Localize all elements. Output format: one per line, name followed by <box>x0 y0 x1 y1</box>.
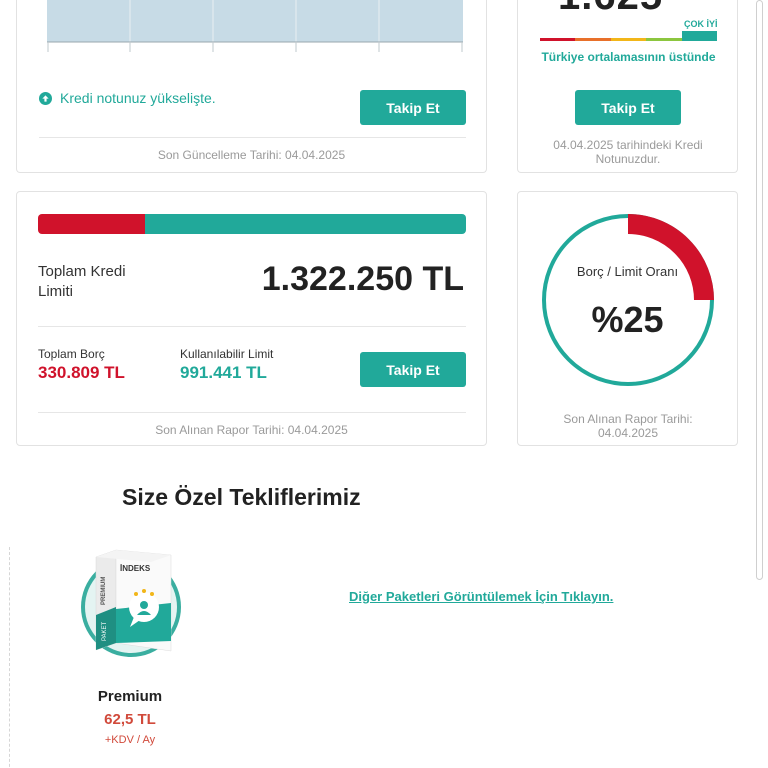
credit-score-value: 1.625 <box>558 0 663 19</box>
total-limit-value: 1.322.250 TL <box>261 260 464 298</box>
ratio-value: %25 <box>591 299 664 340</box>
score-comparison-text: Türkiye ortalamasının üstünde <box>541 50 716 64</box>
follow-limit-button[interactable]: Takip Et <box>360 352 466 387</box>
offers-section-title: Size Özel Tekliflerimiz <box>122 484 361 510</box>
premium-package-image[interactable]: PREMIUM PAKET İNDEKS <box>78 547 184 661</box>
total-debt-label: Toplam Borç <box>38 347 105 361</box>
ratio-report-date-text: Son Alınan Rapor Tarihi: 04.04.2025 <box>563 412 693 440</box>
debt-limit-ratio-card: Borç / Limit Oranı %25 Son Alınan Rapor … <box>517 191 738 446</box>
credit-score-chart-card: Kredi notunuz yükselişte. Takip Et Son G… <box>16 0 487 173</box>
ratio-debt-arc <box>627 214 714 301</box>
available-limit-label: Kullanılabilir Limit <box>180 347 274 361</box>
score-trend: Kredi notunuz yükselişte. <box>39 90 216 106</box>
arrow-up-circle-icon <box>39 91 52 105</box>
package-front-text: PAKET <box>102 621 108 641</box>
total-limit-label: Toplam Kredi Limiti <box>38 263 126 300</box>
follow-score-button[interactable]: Takip Et <box>360 90 466 125</box>
score-trend-text: Kredi notunuz yükselişte. <box>60 90 216 106</box>
package-brand-text: İNDEKS <box>120 564 151 573</box>
follow-credit-score-button[interactable]: Takip Et <box>575 90 681 125</box>
report-date-text: Son Alınan Rapor Tarihi: 04.04.2025 <box>155 423 348 437</box>
package-price-note: +KDV / Ay <box>104 734 156 746</box>
total-debt-value: 330.809 TL <box>38 363 125 382</box>
limit-usage-debt-fill <box>38 214 145 234</box>
available-limit-value: 991.441 TL <box>180 363 267 382</box>
package-price: 62,5 TL <box>104 711 156 728</box>
divider <box>38 326 466 327</box>
divider <box>38 412 466 413</box>
score-rating-label: ÇOK İYİ <box>684 19 718 29</box>
scale-segment <box>646 38 682 41</box>
limit-usage-bar <box>38 214 466 234</box>
scale-segment-active <box>681 31 718 41</box>
package-name: Premium <box>97 688 163 705</box>
scale-segment <box>575 38 611 41</box>
ratio-label: Borç / Limit Oranı <box>576 264 679 279</box>
credit-limit-card: Toplam Kredi Limiti 1.322.250 TL Toplam … <box>16 191 487 446</box>
score-date-note: 04.04.2025 tarihindeki Kredi Notunuzdur. <box>553 138 703 166</box>
limit-usage-available-fill <box>145 214 466 234</box>
last-update-text: Son Güncelleme Tarihi: 04.04.2025 <box>157 148 346 162</box>
divider <box>39 137 466 138</box>
score-scale-bar <box>540 31 718 41</box>
other-packages-link[interactable]: Diğer Paketleri Görüntülemek İçin Tıklay… <box>349 589 613 604</box>
package-side-text: PREMIUM <box>101 577 107 605</box>
scale-segment <box>540 38 576 41</box>
scrollbar-thumb[interactable] <box>756 0 763 580</box>
offers-divider <box>9 547 10 768</box>
scale-segment <box>610 38 647 41</box>
credit-score-area-chart <box>47 0 463 52</box>
credit-score-card: 1.625 ÇOK İYİ Türkiye ortalamasının üstü… <box>517 0 738 173</box>
